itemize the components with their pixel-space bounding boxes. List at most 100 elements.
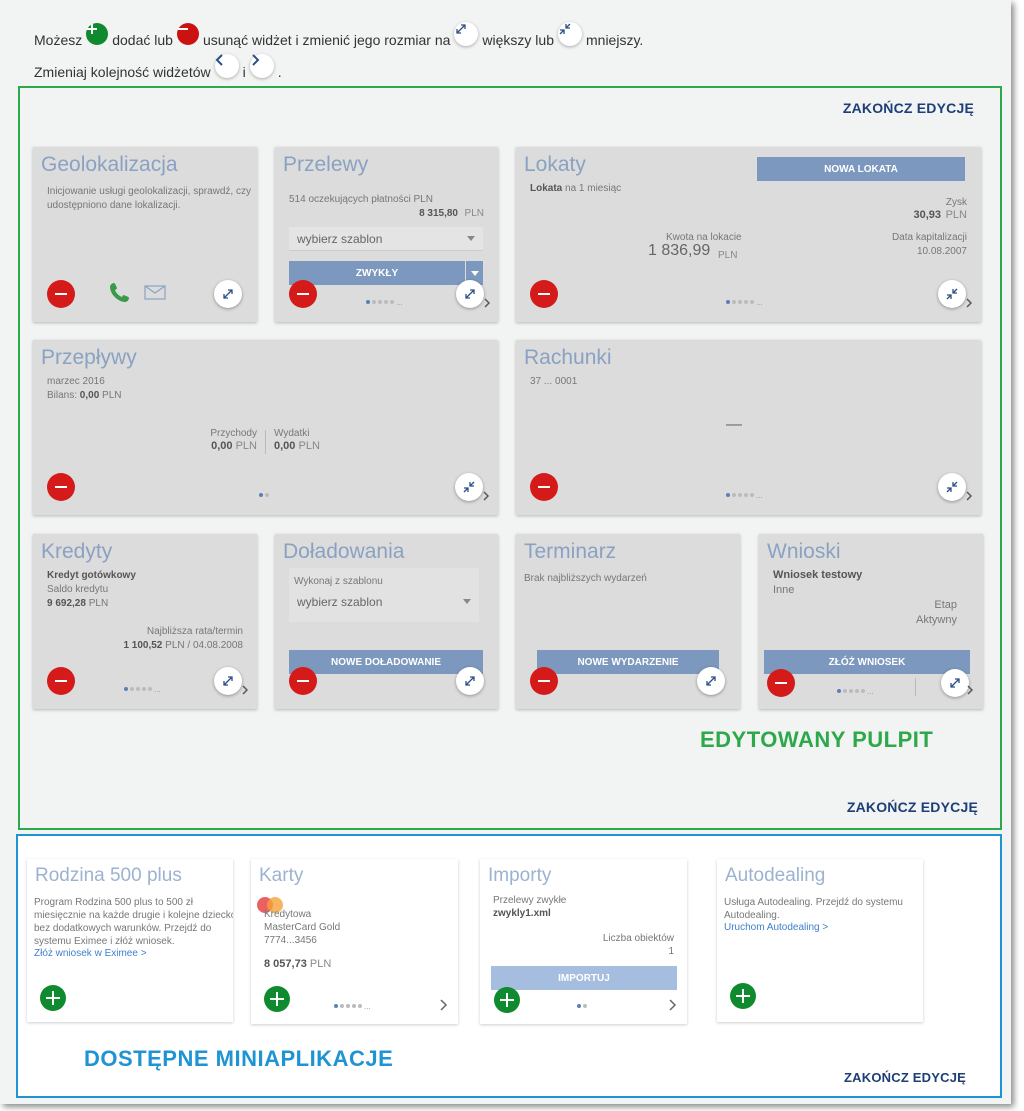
submit-application-button[interactable]: ZŁÓŻ WNIOSEK	[764, 650, 970, 674]
carousel-dots[interactable]: ...	[726, 298, 763, 307]
add-widget-button[interactable]	[494, 987, 520, 1013]
miniapp-cards: Karty Kredytowa MasterCard Gold 7774...3…	[251, 859, 458, 1024]
expand-widget-button[interactable]	[214, 280, 242, 308]
account-number: 37 ... 0001	[530, 376, 578, 387]
import-type: Przelewy zwykłe	[493, 895, 567, 906]
transfer-type-button[interactable]: ZWYKŁY	[289, 261, 465, 285]
collapse-icon	[946, 288, 958, 300]
expand-widget-button[interactable]	[697, 667, 725, 695]
finish-edit-button[interactable]: ZAKOŃCZ EDYCJĘ	[844, 1070, 966, 1085]
template-select[interactable]: wybierz szablon	[289, 590, 479, 614]
new-event-button[interactable]: NOWE WYDARZENIE	[537, 650, 719, 674]
intro-text: i	[242, 64, 246, 80]
chevron-right-icon[interactable]	[240, 684, 250, 696]
chevron-right-icon[interactable]	[964, 297, 974, 309]
remove-widget-button[interactable]	[289, 667, 317, 695]
widget-title: Karty	[259, 865, 304, 886]
intro-text: .	[277, 64, 282, 80]
add-widget-button[interactable]	[40, 985, 66, 1011]
finish-edit-button[interactable]: ZAKOŃCZ EDYCJĘ	[843, 100, 974, 116]
phone-icon[interactable]	[109, 281, 131, 303]
autodealing-link[interactable]: Uruchom Autodealing >	[724, 922, 828, 933]
add-widget-button[interactable]	[264, 986, 290, 1012]
finish-edit-button[interactable]: ZAKOŃCZ EDYCJĘ	[847, 799, 978, 815]
widget-title: Autodealing	[725, 865, 826, 886]
add-widget-button[interactable]	[730, 983, 756, 1009]
carousel-dots[interactable]: ...	[366, 298, 403, 307]
intro-text: usunąć widżet i zmienić jego rozmiar na	[202, 32, 451, 48]
carousel-dots[interactable]: ...	[124, 685, 161, 694]
collapse-widget-button[interactable]	[938, 280, 966, 308]
remove-widget-button[interactable]	[767, 669, 795, 697]
widget-text: Inicjowanie usługi geolokalizacji, spraw…	[47, 186, 251, 197]
next-installment-label: Najbliższa rata/termin	[146, 626, 243, 637]
available-miniapps-label: DOSTĘPNE MINIAPLIKACJE	[84, 1046, 394, 1071]
widget-topups: Doładowania Wykonaj z szablonu wybierz s…	[275, 534, 498, 709]
expand-widget-button[interactable]	[456, 667, 484, 695]
chevron-right-icon[interactable]	[481, 490, 491, 502]
widget-title: Importy	[488, 865, 552, 886]
objects-count-label: Liczba obiektów	[602, 933, 674, 944]
remove-widget-button[interactable]	[530, 473, 558, 501]
chevron-right-icon[interactable]	[439, 999, 449, 1011]
template-select[interactable]: wybierz szablon	[289, 227, 483, 251]
remove-widget-button[interactable]	[530, 280, 558, 308]
minus-circle-icon	[176, 23, 199, 45]
remove-widget-button[interactable]	[530, 667, 558, 695]
chevron-right-icon[interactable]	[482, 297, 492, 309]
currency: PLN	[464, 208, 484, 219]
intro-text: Możesz	[34, 32, 83, 48]
widget-title: Rachunki	[524, 346, 612, 369]
collapse-widget-button[interactable]	[938, 473, 966, 501]
widget-cashflow: Przepływy marzec 2016 Bilans: 0,00 PLN P…	[33, 340, 498, 515]
card-type: Kredytowa	[264, 909, 312, 920]
expand-widget-button[interactable]	[456, 280, 484, 308]
capitalization-label: Data kapitalizacji	[891, 232, 967, 243]
widget-title: Przelewy	[283, 153, 369, 176]
expand-icon	[465, 289, 475, 299]
application-type: Inne	[773, 584, 795, 596]
expand-icon	[950, 678, 960, 688]
eximee-link[interactable]: Złóż wniosek w Eximee >	[34, 948, 147, 959]
collapse-widget-button[interactable]	[455, 473, 483, 501]
expand-widget-button[interactable]	[214, 667, 242, 695]
expense-label: Wydatki	[274, 428, 310, 439]
carousel-dots[interactable]	[259, 492, 269, 498]
account-balance: —	[726, 416, 742, 433]
profit-value: 30,93	[913, 209, 941, 221]
remove-widget-button[interactable]	[47, 667, 75, 695]
intro-text: mniejszy.	[586, 32, 644, 48]
intro-text: większy lub	[482, 32, 554, 48]
objects-count-value: 1	[668, 946, 674, 957]
carousel-dots[interactable]: ...	[726, 491, 763, 500]
application-name: Wniosek testowy	[773, 569, 863, 581]
edited-dashboard: ZAKOŃCZ EDYCJĘ Geolokalizacja Inicjowani…	[18, 86, 1002, 830]
edited-dashboard-label: EDYTOWANY PULPIT	[700, 727, 934, 752]
carousel-dots[interactable]: ...	[837, 687, 874, 696]
select-value: wybierz szablon	[297, 232, 383, 246]
new-deposit-button[interactable]: NOWA LOKATA	[757, 157, 965, 181]
widget-title: Lokaty	[524, 153, 586, 176]
next-installment: 1 100,52 PLN / 04.08.2008	[123, 640, 243, 651]
widget-title: Kredyty	[41, 540, 113, 563]
remove-widget-button[interactable]	[47, 473, 75, 501]
available-miniapps: Rodzina 500 plus Program Rodzina 500 plu…	[16, 834, 1002, 1098]
stage-label: Etap	[934, 599, 957, 611]
remove-widget-button[interactable]	[47, 280, 75, 308]
carousel-dots[interactable]	[577, 1003, 587, 1009]
new-topup-button[interactable]: NOWE DOŁADOWANIE	[289, 650, 483, 674]
import-button[interactable]: IMPORTUJ	[491, 966, 677, 990]
widget-text: Program Rodzina 500 plus to 500 zł	[34, 897, 193, 908]
caret-down-icon	[463, 599, 471, 604]
chevron-left-icon	[214, 54, 239, 78]
collapse-icon	[558, 22, 582, 46]
chevron-right-icon[interactable]	[964, 490, 974, 502]
envelope-icon[interactable]	[144, 285, 166, 300]
period: marzec 2016	[47, 376, 105, 387]
remove-widget-button[interactable]	[289, 280, 317, 308]
chevron-right-icon[interactable]	[965, 684, 975, 696]
widget-text: Usługa Autodealing. Przejdź do systemu	[724, 897, 903, 908]
chevron-right-icon[interactable]	[668, 999, 678, 1011]
carousel-dots[interactable]: ...	[334, 1002, 371, 1011]
widget-accounts: Rachunki 37 ... 0001 — ...	[516, 340, 981, 515]
